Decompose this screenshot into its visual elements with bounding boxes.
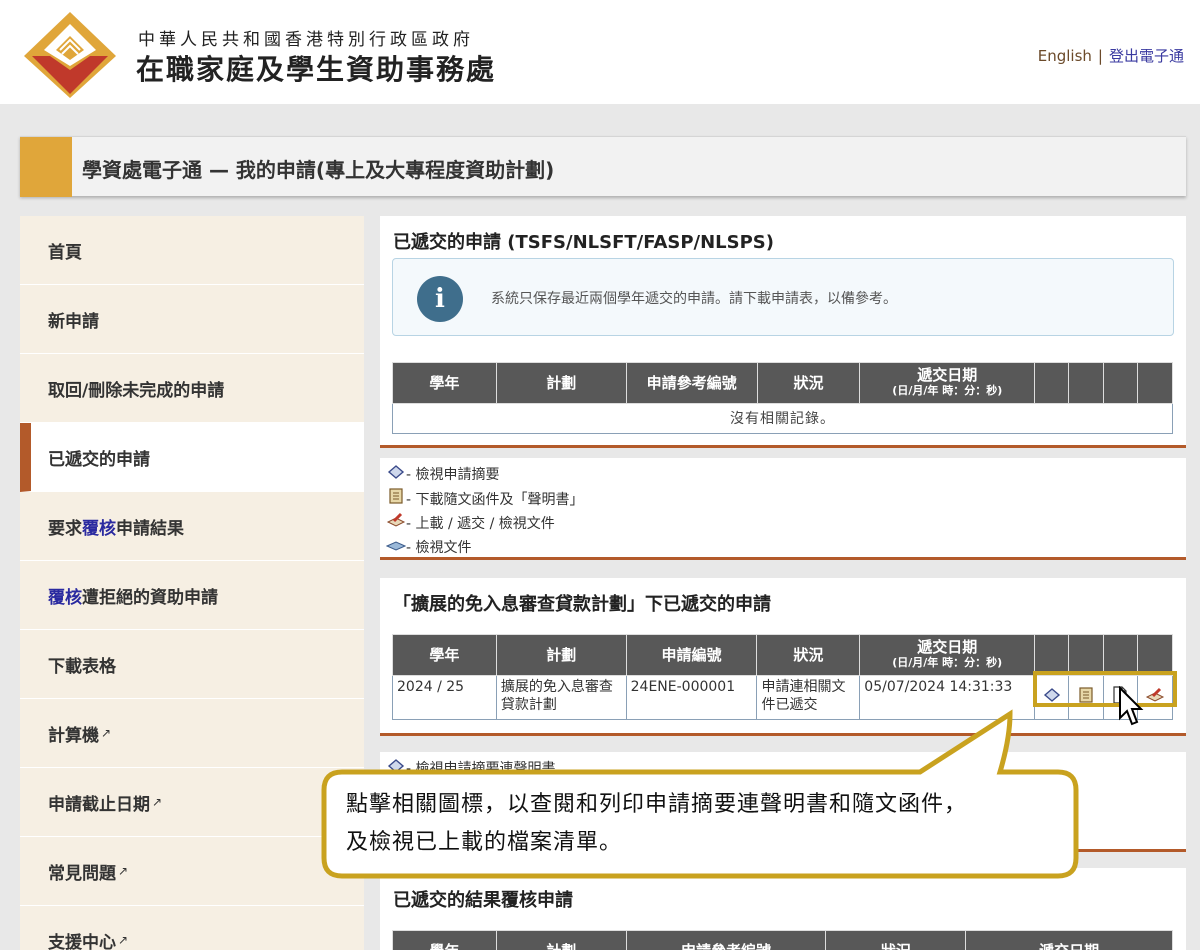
col-header-icon [1034, 634, 1070, 676]
link-separator: | [1097, 47, 1103, 65]
top-links: English | 登出電子通 [1038, 45, 1184, 66]
sidebar-item-label: 常見問題 [48, 863, 116, 884]
page-title: 學資處電子通 — 我的申請(專上及大專程度資助計劃) [82, 158, 555, 182]
sidebar-item-label: 支援中心 [48, 932, 116, 950]
title-accent [20, 137, 72, 197]
sidebar-item-label: 首頁 [48, 242, 82, 263]
callout-line: 點擊相關圖標，以查閱和列印申請摘要連聲明書和隨文函件， [346, 792, 968, 817]
table-row: 沒有相關記錄。 [392, 403, 1173, 434]
legend-item: - 上載 / 遞交 / 檢視文件 [386, 512, 584, 537]
icon-legend-panel: - 檢視申請摘要 - 下載隨文函件及「聲明書」 - 上載 / 遞交 / 檢視文件… [380, 458, 1186, 560]
sidebar-item-retrieve-delete[interactable]: 取回/刪除未完成的申請 [20, 354, 364, 423]
view-document-icon [385, 537, 407, 561]
info-text: 系統只保存最近兩個學年遞交的申請。請下載申請表，以備參考。 [491, 291, 897, 307]
sidebar-item-review-result[interactable]: 要求覆核申請結果 [20, 492, 364, 561]
table-header-row: 學年 計劃 申請參考編號 狀況 遞交日期 [392, 930, 1173, 950]
wfsfaa-logo [24, 12, 116, 98]
sidebar-item-label: 計算機 [48, 725, 99, 746]
col-header: 計劃 [495, 362, 627, 404]
col-header: 學年 [392, 634, 497, 676]
col-header: 狀況 [825, 930, 967, 950]
callout-text: 點擊相關圖標，以查閱和列印申請摘要連聲明書和隨文函件， 及檢視已上載的檔案清單。 [346, 786, 967, 862]
org-name: 在職家庭及學生資助事務處 [136, 53, 497, 86]
sidebar-item-submitted[interactable]: 已遞交的申請 [20, 423, 364, 492]
col-header: 狀況 [756, 634, 861, 676]
sidebar-item-new-application[interactable]: 新申請 [20, 285, 364, 354]
sidebar-item-review-rejected[interactable]: 覆核遭拒絕的資助申請 [20, 561, 364, 630]
sidebar-item-calculator[interactable]: 計算機 ↗ [20, 699, 364, 768]
sidebar-item-label: 取回/刪除未完成的申請 [48, 380, 225, 401]
section-title: 已遞交的結果覆核申請 [393, 890, 573, 911]
sidebar-item-label: 已遞交的申請 [48, 449, 150, 470]
external-link-icon: ↗ [152, 795, 163, 809]
info-box: i 系統只保存最近兩個學年遞交的申請。請下載申請表，以備參考。 [392, 258, 1174, 336]
col-header-icon [1103, 362, 1138, 404]
section-title: 「擴展的免入息審查貸款計劃」下已遞交的申請 [393, 594, 771, 615]
submitted-applications-panel: 已遞交的申請 (TSFS/NLSFT/FASP/NLSPS) i 系統只保存最近… [380, 216, 1186, 448]
logout-link[interactable]: 登出電子通 [1109, 47, 1184, 65]
col-header: 學年 [392, 930, 497, 950]
page-title-bar: 學資處電子通 — 我的申請(專上及大專程度資助計劃) [20, 136, 1186, 197]
empty-message: 沒有相關記錄。 [392, 403, 1173, 434]
sidebar-item-label: 要求覆核申請結果 [48, 518, 184, 539]
icon-legend: - 檢視申請摘要 - 下載隨文函件及「聲明書」 - 上載 / 遞交 / 檢視文件… [385, 464, 584, 561]
col-header: 申請編號 [625, 634, 758, 676]
col-header: 申請參考編號 [625, 362, 758, 404]
info-icon: i [417, 276, 463, 322]
sidebar-item-label: 新申請 [48, 311, 99, 332]
col-header-icon [1136, 362, 1174, 404]
col-header-icon [1068, 634, 1105, 676]
col-header-date: 遞交日期 (日/月/年 時：分：秒) [859, 634, 1036, 676]
table-header-row: 學年 計劃 申請編號 狀況 遞交日期 (日/月/年 時：分：秒) [392, 634, 1174, 676]
col-header: 計劃 [495, 634, 627, 676]
callout-line: 及檢視已上載的檔案清單。 [346, 830, 623, 855]
external-link-icon: ↗ [101, 726, 112, 740]
sidebar-item-label: 下載表格 [48, 656, 116, 677]
icons-highlight-box [1033, 671, 1177, 707]
legend-item: - 檢視申請摘要 [386, 464, 584, 488]
section-title: 已遞交的申請 (TSFS/NLSFT/FASP/NLSPS) [393, 232, 774, 253]
legend-item: - 下載隨文函件及「聲明書」 [386, 487, 584, 513]
col-header-icon [1068, 362, 1105, 404]
sidebar: 首頁 新申請 取回/刪除未完成的申請 已遞交的申請 要求覆核申請結果 覆核遭拒絕… [20, 216, 364, 950]
upload-document-icon [386, 512, 406, 537]
col-header: 學年 [392, 362, 497, 404]
external-link-icon: ↗ [118, 864, 129, 878]
view-summary-icon [386, 464, 406, 488]
sidebar-item-deadlines[interactable]: 申請截止日期 ↗ [20, 768, 364, 837]
col-header: 狀況 [756, 362, 861, 404]
english-link[interactable]: English [1038, 47, 1092, 65]
col-header-icon [1136, 634, 1174, 676]
external-link-icon: ↗ [118, 933, 129, 947]
sidebar-item-support[interactable]: 支援中心 ↗ [20, 906, 364, 950]
sidebar-item-download-forms[interactable]: 下載表格 [20, 630, 364, 699]
col-header-icon [1103, 634, 1138, 676]
col-header-date: 遞交日期 (日/月/年 時：分：秒) [859, 362, 1036, 404]
table-header-row: 學年 計劃 申請參考編號 狀況 遞交日期 (日/月/年 時：分：秒) [392, 362, 1174, 404]
sidebar-item-faq[interactable]: 常見問題 ↗ [20, 837, 364, 906]
sidebar-item-label: 申請截止日期 [48, 794, 150, 815]
applications-table: 學年 計劃 申請參考編號 狀況 遞交日期 (日/月/年 時：分：秒) 沒有相關記錄… [392, 362, 1174, 434]
gov-name: 中華人民共和國香港特別行政區政府 [138, 30, 474, 50]
legend-item: - 檢視文件 [385, 537, 584, 561]
sidebar-item-home[interactable]: 首頁 [20, 216, 364, 285]
col-header: 遞交日期 [965, 930, 1173, 950]
col-header: 計劃 [495, 930, 627, 950]
download-letter-icon [386, 487, 406, 513]
col-header: 申請參考編號 [625, 930, 827, 950]
mouse-cursor-icon [1119, 686, 1144, 726]
header: 中華人民共和國香港特別行政區政府 在職家庭及學生資助事務處 English | 登出… [0, 0, 1200, 104]
review-applications-table: 學年 計劃 申請參考編號 狀況 遞交日期 [392, 930, 1173, 950]
sidebar-item-label: 覆核遭拒絕的資助申請 [48, 587, 218, 608]
col-header-icon [1034, 362, 1070, 404]
